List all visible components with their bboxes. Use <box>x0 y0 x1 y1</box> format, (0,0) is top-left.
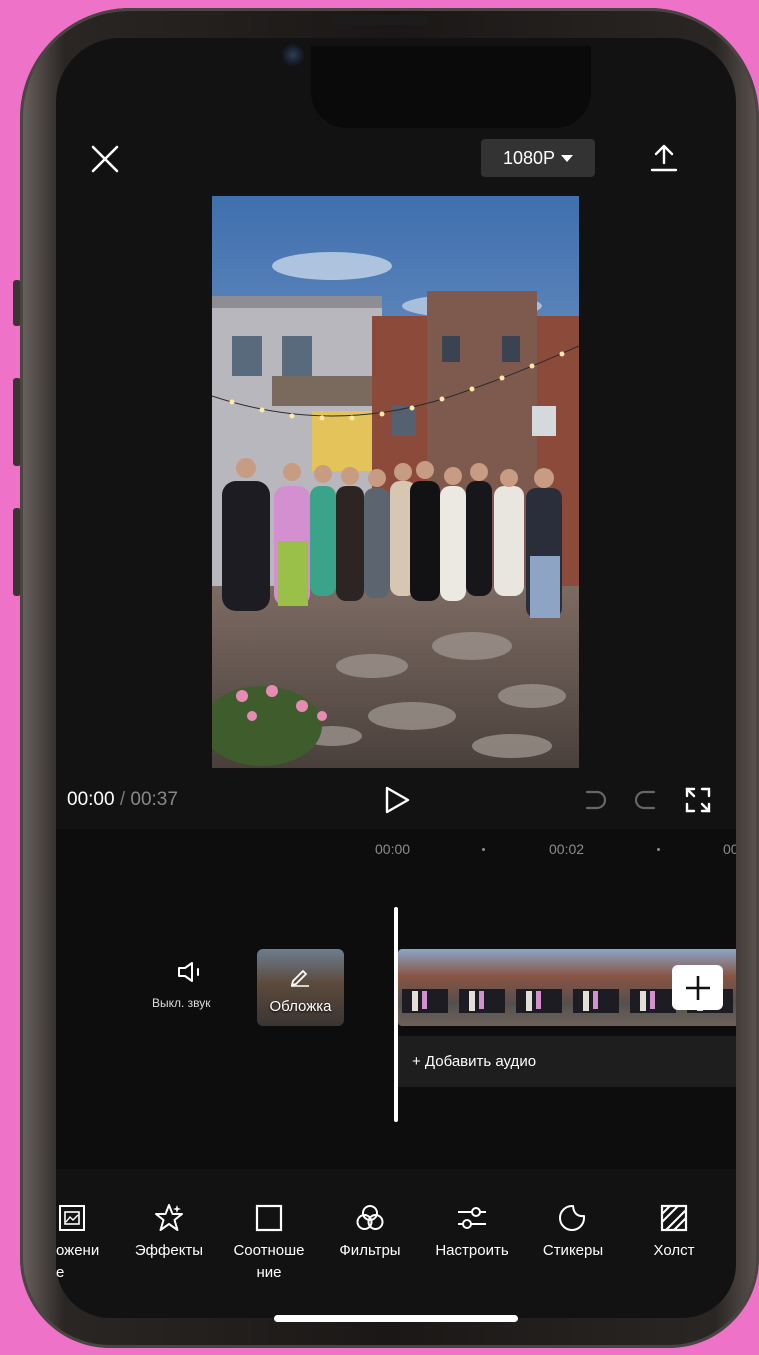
cover-label: Обложка <box>269 998 332 1015</box>
stickers-icon <box>559 1205 585 1231</box>
undo-icon <box>585 790 607 810</box>
tool-canvas[interactable]: Холст <box>634 1200 714 1290</box>
mute-label: Выкл. звук <box>152 996 211 1010</box>
tool-label: Соотноше ние <box>233 1242 305 1281</box>
speaker-grille <box>332 15 428 25</box>
close-icon <box>91 145 119 173</box>
edit-pencil-icon <box>291 970 309 987</box>
undo-button[interactable] <box>581 786 609 814</box>
image-overlay-icon <box>59 1205 85 1231</box>
current-time: 00:00 <box>67 789 115 810</box>
ruler-mark-2: 00 <box>723 841 736 857</box>
resolution-label: 1080P <box>502 147 556 168</box>
add-audio-button[interactable]: + Добавить аудио <box>398 1036 736 1087</box>
total-time: 00:37 <box>130 789 178 810</box>
tool-filters[interactable]: Фильтры <box>328 1200 412 1290</box>
tool-label: Холст <box>653 1242 695 1259</box>
chevron-down-icon <box>561 154 574 162</box>
redo-icon <box>634 790 656 810</box>
fullscreen-button[interactable] <box>685 787 713 815</box>
mute-clip-audio-button[interactable]: Выкл. звук <box>152 958 230 1014</box>
tool-label: Фильтры <box>339 1242 401 1259</box>
tool-label: ожени е <box>56 1242 100 1281</box>
tool-label: Настроить <box>435 1242 509 1259</box>
tool-overlay[interactable]: ожени е <box>56 1200 126 1290</box>
tool-effects[interactable]: Эффекты <box>126 1200 212 1290</box>
ruler-mark-1: 00:02 <box>549 841 585 857</box>
cover-button[interactable]: Обложка <box>257 949 344 1026</box>
resolution-dropdown[interactable]: 1080P <box>481 139 595 177</box>
close-button[interactable] <box>86 140 124 178</box>
bottom-toolbar: ожени е Эффекты Соотноше ние Фильтры Нас… <box>56 1200 736 1290</box>
add-clip-button[interactable] <box>672 965 723 1010</box>
video-frame-image <box>212 196 579 768</box>
tool-adjust[interactable]: Настроить <box>424 1200 520 1290</box>
tool-aspect-ratio[interactable]: Соотноше ние <box>224 1200 314 1290</box>
aspect-ratio-icon <box>255 1204 283 1232</box>
tool-stickers[interactable]: Стикеры <box>532 1200 614 1290</box>
playhead[interactable] <box>394 907 398 1122</box>
export-button[interactable] <box>646 140 682 176</box>
video-preview[interactable] <box>212 196 579 768</box>
time-display: 00:00 / 00:37 <box>67 789 178 811</box>
adjust-sliders-icon <box>458 1207 486 1229</box>
fullscreen-icon <box>685 787 711 813</box>
time-separator: / <box>119 789 126 810</box>
notch <box>311 46 591 128</box>
filters-icon <box>356 1205 384 1230</box>
home-indicator[interactable] <box>274 1315 518 1322</box>
speaker-icon <box>178 962 199 982</box>
redo-button[interactable] <box>632 786 660 814</box>
play-button[interactable] <box>382 785 412 815</box>
front-camera <box>282 44 304 66</box>
ruler-dot <box>482 848 485 851</box>
effects-star-icon <box>155 1204 183 1231</box>
plus-icon <box>685 975 710 1000</box>
ruler-mark-0: 00:00 <box>375 841 411 857</box>
play-icon <box>385 786 410 814</box>
tool-label: Стикеры <box>542 1242 604 1259</box>
canvas-icon <box>660 1204 688 1232</box>
tool-label: Эффекты <box>134 1242 204 1259</box>
ruler-dot <box>657 848 660 851</box>
upload-icon <box>650 144 678 172</box>
